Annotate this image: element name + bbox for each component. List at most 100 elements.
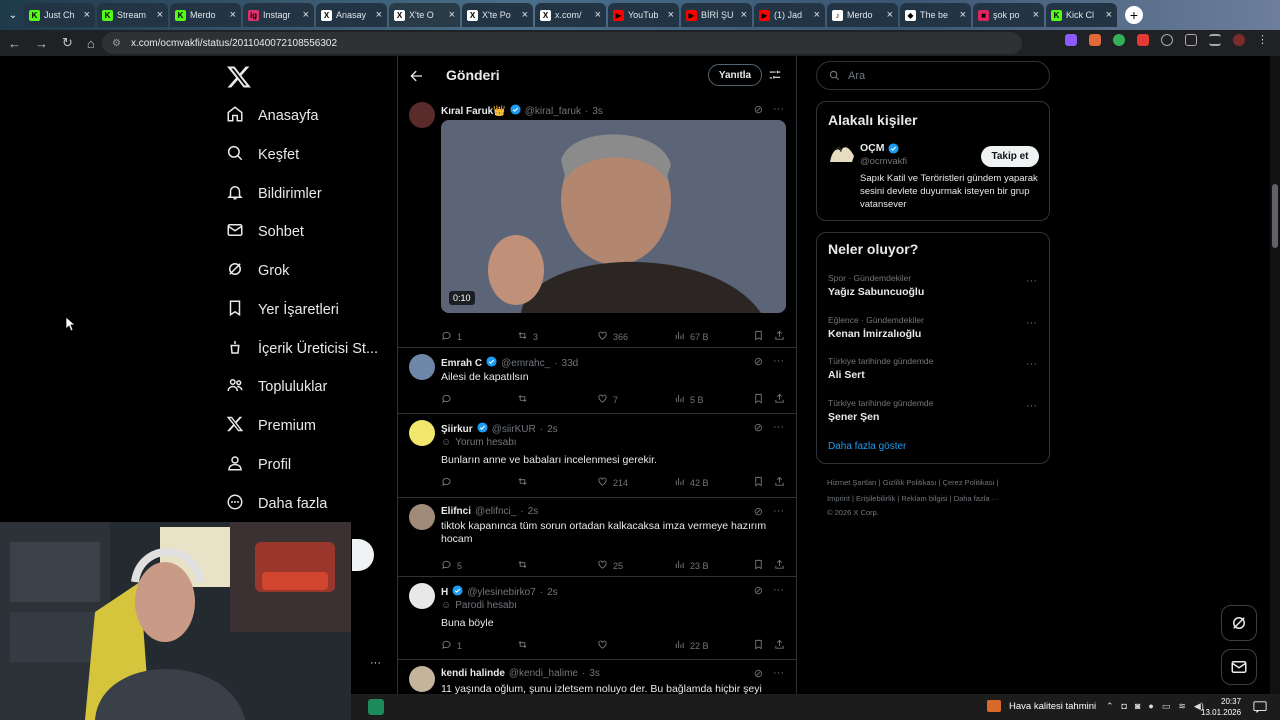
reply-button[interactable]: 5 (441, 559, 462, 572)
footer-links-1[interactable]: Hizmet Şartları | Gizlilik Politikası | … (827, 478, 999, 487)
reply-button[interactable] (441, 476, 457, 489)
author-name[interactable]: Şiirkur (441, 424, 473, 435)
weather-widget[interactable]: Hava kalitesi tahmini (987, 700, 1096, 712)
author-handle[interactable]: @ylesinebirko7 (467, 587, 536, 598)
extension-icon[interactable] (1113, 34, 1125, 46)
tray-icon[interactable]: ◘ (1122, 701, 1127, 712)
browser-tab[interactable]: K Just Ch × (24, 3, 95, 27)
nav-item-bell[interactable]: Bildirimler (226, 179, 322, 209)
avatar[interactable] (409, 666, 435, 692)
like-button[interactable]: 25 (597, 559, 623, 572)
browser-tab[interactable]: X X'te O × (389, 3, 460, 27)
share-button[interactable] (774, 639, 785, 652)
profile-avatar-icon[interactable] (1233, 34, 1245, 46)
nav-item-grok[interactable]: Grok (226, 256, 289, 286)
share-button[interactable] (774, 476, 785, 489)
nav-item-profile[interactable]: Profil (226, 450, 291, 480)
network-icon[interactable]: ▭ (1162, 701, 1171, 712)
bookmark-button[interactable] (753, 559, 764, 572)
browser-tab[interactable]: ♪ Merdo × (827, 3, 898, 27)
browser-tab[interactable]: K Merdo × (170, 3, 241, 27)
browser-tab[interactable]: K Stream × (97, 3, 168, 27)
tab-close-icon[interactable]: × (522, 9, 528, 21)
trend-name[interactable]: Şener Şen (828, 411, 879, 423)
sliders-icon[interactable] (768, 68, 782, 82)
browser-tab[interactable]: Xx.com/ × (535, 3, 606, 27)
author-handle[interactable]: @kendi_halime (509, 668, 578, 679)
views-button[interactable]: 5 B (674, 393, 704, 406)
author-name[interactable]: Emrah C (441, 358, 482, 369)
more-dots-icon[interactable]: ··· (773, 584, 784, 597)
tab-close-icon[interactable]: × (449, 9, 455, 21)
follow-button[interactable]: Takip et (981, 146, 1039, 167)
author-handle[interactable]: @emrahc_ (501, 358, 550, 369)
avatar[interactable] (409, 102, 435, 128)
repost-button[interactable] (517, 639, 533, 652)
site-info-icon[interactable]: ⚙ (112, 38, 121, 49)
grok-fab[interactable] (1221, 605, 1257, 641)
tweet-time[interactable]: 33d (562, 358, 579, 369)
browser-tab[interactable]: ■ şok po × (973, 3, 1044, 27)
menu-dots-icon[interactable]: ⋮ (1257, 34, 1268, 46)
ocm-name-row[interactable]: OÇM (860, 142, 899, 154)
post-button-partial[interactable] (352, 539, 374, 571)
like-button[interactable] (597, 639, 613, 652)
trend-name[interactable]: Yağız Sabuncuoğlu (828, 286, 924, 298)
avatar[interactable] (409, 420, 435, 446)
tab-search-chevron-icon[interactable]: ⌄ (4, 3, 22, 27)
browser-tab[interactable]: ▶ BİRİ ŞU × (681, 3, 752, 27)
tab-close-icon[interactable]: × (1033, 9, 1039, 21)
author-handle[interactable]: @siirKUR (492, 424, 536, 435)
reading-list-icon[interactable] (1209, 34, 1221, 46)
browser-tab[interactable]: ig Instagr × (243, 3, 314, 27)
more-dots-icon[interactable]: ··· (1026, 400, 1037, 412)
webcam-more-dots[interactable]: ··· (370, 657, 381, 669)
more-dots-icon[interactable]: ··· (773, 355, 784, 368)
repost-button[interactable]: 3 (517, 330, 538, 343)
tab-close-icon[interactable]: × (157, 9, 163, 21)
repost-button[interactable] (517, 393, 533, 406)
tab-close-icon[interactable]: × (960, 9, 966, 21)
bookmark-button[interactable] (753, 393, 764, 406)
nav-item-bookmark[interactable]: Yer İşaretleri (226, 295, 339, 325)
tweet-time[interactable]: 3s (589, 668, 600, 679)
grok-icon[interactable]: ⊘ (754, 505, 763, 518)
author-handle[interactable]: @kiral_faruk (525, 106, 581, 117)
mic-icon[interactable]: ● (1148, 701, 1153, 712)
extension-icon[interactable] (1161, 34, 1173, 46)
trend-name[interactable]: Ali Sert (828, 369, 865, 381)
tab-close-icon[interactable]: × (1106, 9, 1112, 21)
notification-icon[interactable] (1253, 700, 1267, 714)
tweet[interactable]: Şiirkur @siirKUR · 2s ⊘ ··· ☺ Yorum hesabı Bunla… (398, 414, 796, 498)
more-dots-icon[interactable]: ··· (773, 421, 784, 434)
tab-close-icon[interactable]: × (887, 9, 893, 21)
extension-icon[interactable] (1065, 34, 1077, 46)
share-button[interactable] (774, 330, 785, 343)
bookmark-button[interactable] (753, 476, 764, 489)
address-bar[interactable]: ⚙ x.com/ocmvakfi/status/2011040072108556… (102, 32, 1022, 54)
tab-close-icon[interactable]: × (376, 9, 382, 21)
tweet-time[interactable]: 2s (528, 506, 539, 517)
avatar[interactable] (409, 583, 435, 609)
nav-item-communities[interactable]: Topluluklar (226, 372, 327, 402)
extension-icon[interactable] (1089, 34, 1101, 46)
nav-item-more-circle[interactable]: Daha fazla (226, 489, 327, 519)
like-button[interactable]: 366 (597, 330, 628, 343)
reply-button[interactable]: Yanıtla (708, 64, 762, 86)
show-more-link[interactable]: Daha fazla göster (828, 441, 906, 452)
like-button[interactable]: 7 (597, 393, 618, 406)
views-button[interactable]: 67 B (674, 330, 709, 343)
more-dots-icon[interactable]: ··· (1026, 358, 1037, 370)
views-button[interactable]: 23 B (674, 559, 709, 572)
nav-item-mail[interactable]: Sohbet (226, 217, 304, 247)
reply-button[interactable]: 1 (441, 330, 462, 343)
forward-icon[interactable]: → (35, 36, 48, 51)
grok-icon[interactable]: ⊘ (754, 584, 763, 597)
tab-close-icon[interactable]: × (84, 9, 90, 21)
page-scrollbar[interactable] (1270, 56, 1280, 694)
home-browser-icon[interactable]: ⌂ (87, 36, 95, 51)
nav-item-search[interactable]: Keşfet (226, 140, 299, 170)
taskbar-clock[interactable]: 20:37 13.01.2026 (1201, 696, 1241, 718)
author-name[interactable]: Kıral Faruk👑 (441, 106, 506, 117)
back-icon[interactable]: ← (8, 36, 21, 51)
